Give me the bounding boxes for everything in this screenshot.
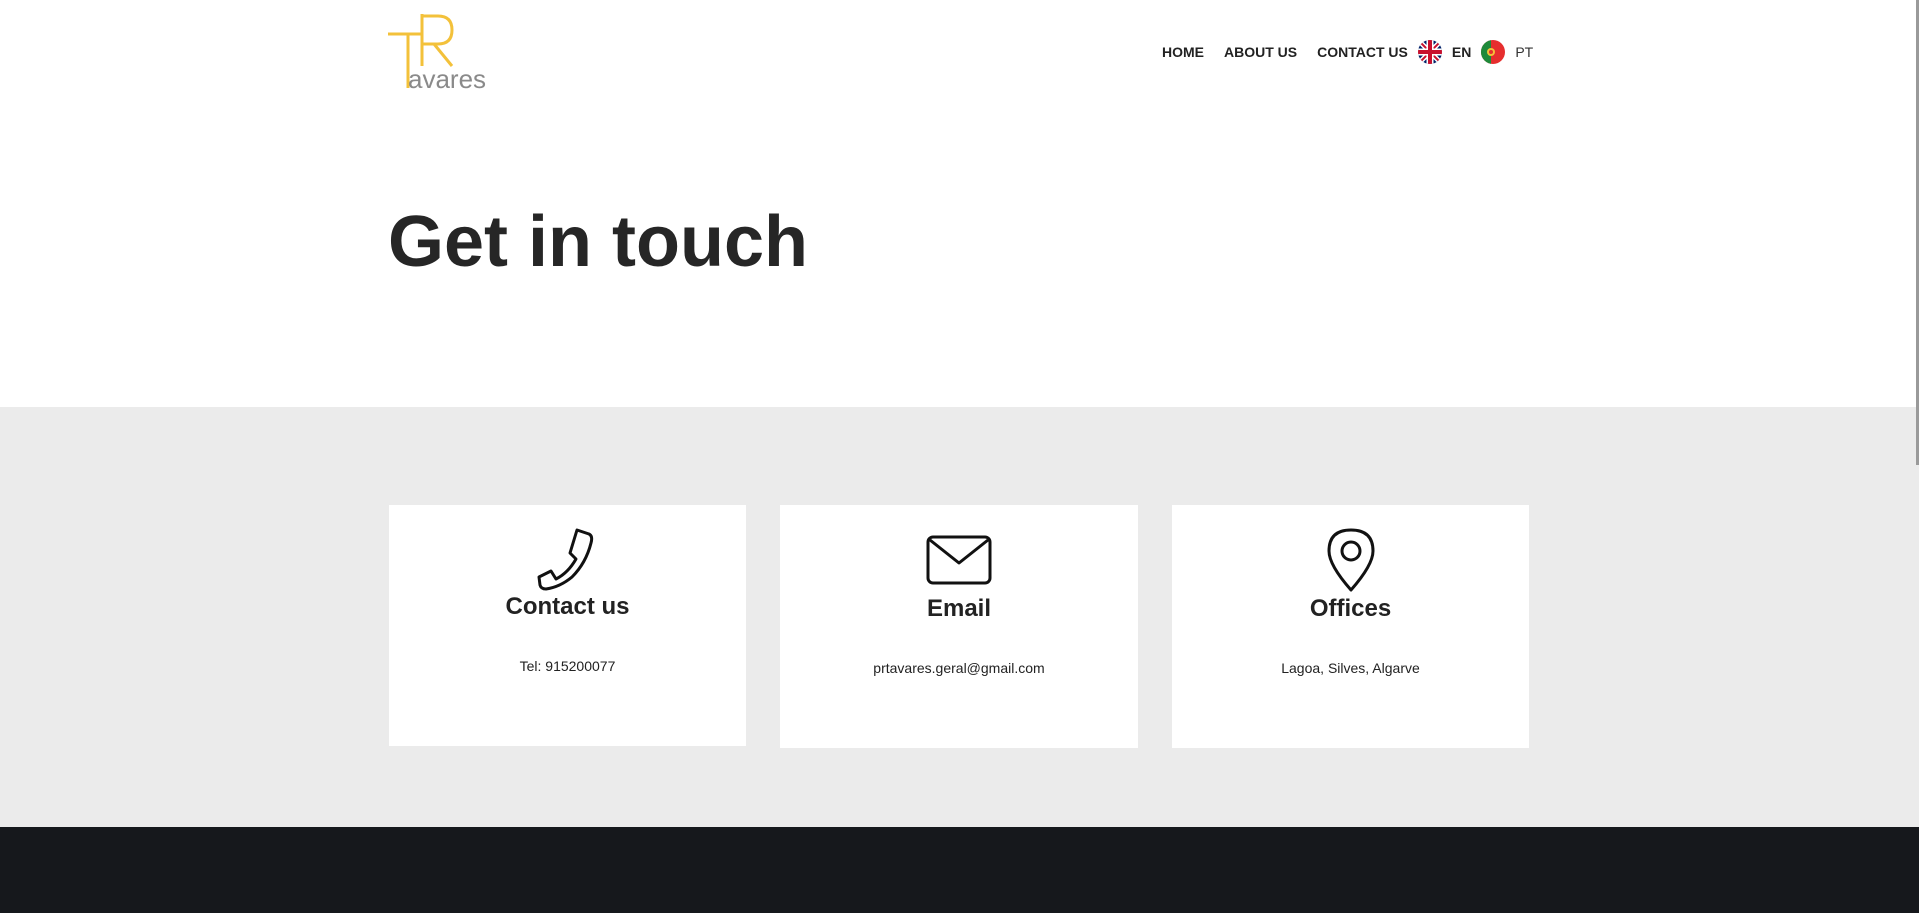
nav-contact-link[interactable]: CONTACT US	[1317, 40, 1408, 64]
map-pin-icon	[1327, 528, 1374, 592]
page-scrollbar[interactable]	[1915, 0, 1919, 913]
main-nav: HOME ABOUT US CONTACT US EN PT	[1162, 40, 1543, 64]
language-pt-label: PT	[1515, 44, 1534, 60]
language-en-label: EN	[1451, 44, 1472, 60]
contact-card-offices: Offices Lagoa, Silves, Algarve	[1172, 505, 1529, 748]
card-title: Contact us	[505, 593, 630, 620]
brand-logo[interactable]: avares	[388, 14, 498, 94]
card-title: Offices	[1309, 595, 1392, 622]
language-en-option[interactable]: EN	[1417, 40, 1481, 64]
contact-section: Contact us Tel: 915200077 Email prtavare…	[0, 407, 1919, 827]
envelope-icon	[926, 535, 992, 585]
contact-card-email: Email prtavares.geral@gmail.com	[780, 505, 1138, 748]
card-title: Email	[926, 595, 992, 622]
contact-card-phone: Contact us Tel: 915200077	[389, 505, 746, 746]
uk-flag-icon	[1417, 40, 1442, 64]
phone-icon	[537, 528, 593, 591]
site-header: avares HOME ABOUT US CONTACT US EN PT	[0, 0, 1919, 110]
email-address[interactable]: prtavares.geral@gmail.com	[780, 659, 1138, 677]
logo-text: avares	[408, 64, 487, 94]
page-title: Get in touch	[388, 202, 808, 282]
nav-home-link[interactable]: HOME	[1162, 40, 1204, 64]
site-footer	[0, 827, 1919, 913]
page: avares HOME ABOUT US CONTACT US EN PT Ge…	[0, 0, 1919, 913]
phone-number[interactable]: Tel: 915200077	[389, 657, 746, 675]
offices-locations: Lagoa, Silves, Algarve	[1281, 660, 1420, 676]
nav-about-link[interactable]: ABOUT US	[1224, 40, 1297, 64]
portugal-flag-icon	[1481, 40, 1506, 64]
language-pt-option[interactable]: PT	[1481, 40, 1543, 64]
